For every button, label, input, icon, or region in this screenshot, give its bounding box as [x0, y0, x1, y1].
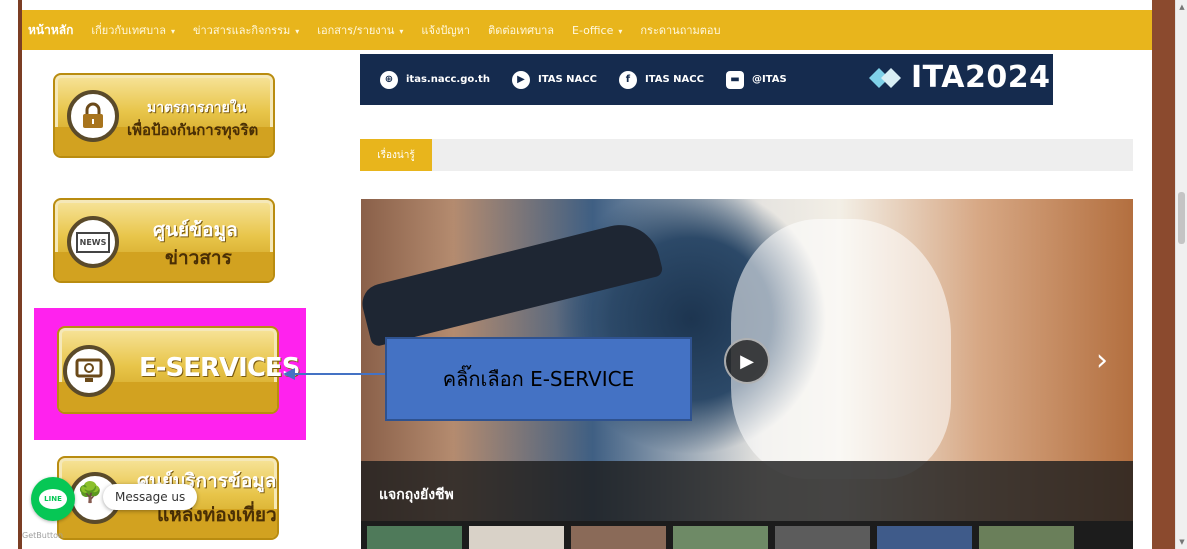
banner-facebook: f ITAS NACC	[618, 70, 704, 89]
thumbnail[interactable]	[367, 526, 462, 549]
play-icon: ▶	[740, 350, 754, 372]
line-chat-icon: LINE	[39, 489, 67, 509]
tab-did-you-know[interactable]: เรื่องน่ารู้	[360, 139, 432, 171]
page-border-left	[18, 0, 22, 549]
nav-item-qa-board[interactable]: กระดานถามตอบ	[640, 21, 720, 39]
chevron-down-icon: ▾	[618, 26, 623, 36]
facebook-icon: f	[618, 70, 637, 89]
slide-caption-bar: แจกถุงยังชีพ	[361, 461, 1133, 521]
eservices-button[interactable]: E-SERVICES	[57, 326, 300, 414]
slide-image-officer	[361, 216, 664, 348]
chevron-down-icon: ▾	[295, 27, 300, 36]
chevron-down-icon: ▾	[399, 27, 404, 36]
anti-corruption-line1: มาตรการภายใน	[147, 100, 247, 116]
scrollbar-thumb[interactable]	[1178, 192, 1185, 244]
news-center-line1: ศูนย์ข้อมูล	[153, 219, 238, 241]
nav-item-news[interactable]: ข่าวสารและกิจกรรม ▾	[193, 21, 299, 39]
news-center-button[interactable]: NEWS ศูนย์ข้อมูล ข่าวสาร	[53, 198, 275, 283]
tree-avatar-icon: 🌳	[77, 480, 103, 504]
nav-item-eoffice[interactable]: E-office ▾	[572, 24, 622, 37]
thumbnail[interactable]	[469, 526, 564, 549]
instruction-callout: คลิ๊กเลือก E-SERVICE	[385, 337, 692, 421]
nav-item-report-problem[interactable]: แจ้งปัญหา	[421, 21, 470, 39]
slider-thumbnails	[361, 521, 1133, 549]
eservices-label: E-SERVICES	[139, 353, 300, 383]
thumbnail[interactable]	[877, 526, 972, 549]
youtube-icon: ▶	[511, 70, 530, 89]
slider-next-button[interactable]: ›	[1096, 343, 1108, 378]
anti-corruption-line2: เพื่อป้องกันการทุจริต	[127, 121, 259, 139]
banner-youtube: ▶ ITAS NACC	[511, 70, 597, 89]
line-chat-button[interactable]: LINE	[31, 477, 75, 521]
message-us-button[interactable]: Message us	[103, 484, 198, 510]
nav-item-contact[interactable]: ติดต่อเทศบาล	[488, 21, 554, 39]
nav-item-documents[interactable]: เอกสาร/รายงาน ▾	[317, 21, 403, 39]
getbutton-credit[interactable]: GetButton	[22, 531, 63, 540]
ita-diamond-icon	[869, 67, 901, 88]
browser-viewport: ▲ ▼ หน้าหลัก เกี่ยวกับเทศบาล ▾ ข่าวสารและ…	[0, 0, 1187, 549]
scroll-down-arrow-icon[interactable]: ▼	[1177, 537, 1187, 547]
content-tab-bar: เรื่องน่ารู้	[360, 139, 1133, 171]
lock-icon	[67, 90, 119, 142]
scroll-up-arrow-icon[interactable]: ▲	[1177, 2, 1187, 12]
main-navbar: หน้าหลัก เกี่ยวกับเทศบาล ▾ ข่าวสารและกิจก…	[22, 10, 1152, 50]
thumbnail[interactable]	[571, 526, 666, 549]
news-center-line2: ข่าวสาร	[165, 247, 232, 269]
globe-icon: ⊕	[380, 70, 398, 89]
page-margin-left	[0, 0, 18, 549]
banner-website: ⊕ itas.nacc.go.th	[380, 70, 490, 89]
nav-item-about[interactable]: เกี่ยวกับเทศบาล ▾	[91, 21, 175, 39]
anti-corruption-button[interactable]: มาตรการภายใน เพื่อป้องกันการทุจริต	[53, 73, 275, 158]
chevron-down-icon: ▾	[170, 27, 175, 36]
thumbnail[interactable]	[775, 526, 870, 549]
nav-item-home[interactable]: หน้าหลัก	[28, 21, 73, 40]
thumbnail[interactable]	[673, 526, 768, 549]
play-button[interactable]: ▶	[724, 338, 770, 384]
line-app-icon: ▬	[725, 70, 744, 89]
page-border-right	[1152, 0, 1175, 549]
arrow-left-icon	[283, 368, 295, 380]
monitor-gear-icon	[63, 345, 115, 397]
thumbnail[interactable]	[979, 526, 1074, 549]
banner-line: ▬ @ITAS	[725, 70, 787, 89]
news-icon: NEWS	[67, 216, 119, 268]
ita2024-logo: ITA2024	[865, 60, 1051, 95]
ita-banner[interactable]: ⊕ itas.nacc.go.th ▶ ITAS NACC f ITAS NACC ▬…	[360, 54, 1053, 105]
slide-caption: แจกถุงยังชีพ	[379, 487, 454, 503]
callout-arrow-line	[294, 373, 385, 375]
vertical-scrollbar[interactable]	[1175, 0, 1187, 549]
